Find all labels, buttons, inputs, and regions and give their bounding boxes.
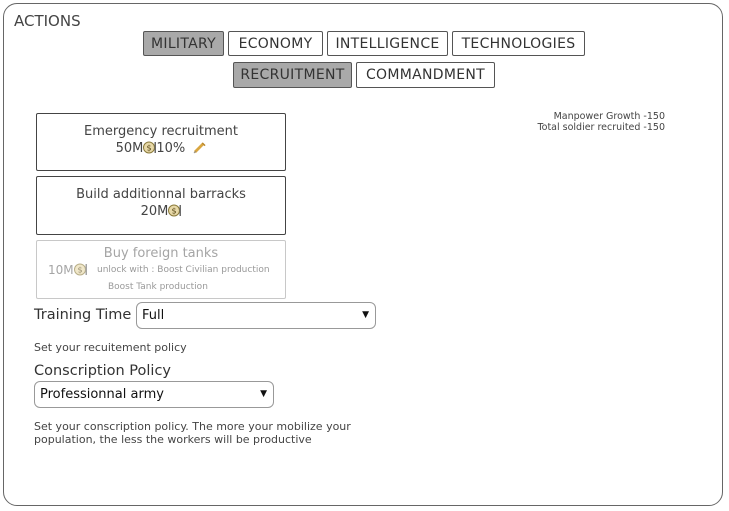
syringe-icon [194, 142, 206, 154]
action-cost: 50M [115, 141, 144, 156]
action-cost-row: 50M $10% [37, 141, 285, 156]
action-emergency-recruitment[interactable]: Emergency recruitment 50M $10% [36, 113, 286, 171]
action-extra: 10% [156, 141, 186, 156]
manpower-growth: Manpower Growth -150 [553, 111, 665, 122]
unlock-requirement: unlock with : Boost Civilian production [97, 265, 270, 275]
conscription-policy-select[interactable]: Professionnal army ▼ [34, 381, 274, 408]
money-icon: $ [168, 204, 182, 217]
svg-text:$: $ [147, 144, 152, 153]
tab-technologies[interactable]: TECHNOLOGIES [452, 31, 585, 56]
money-icon: $ [143, 141, 157, 154]
recruitment-stats: Manpower Growth -150 Total soldier recru… [537, 111, 665, 133]
conscription-policy-value: Professionnal army [40, 387, 164, 402]
training-time-label: Training Time [34, 307, 132, 323]
action-cost-row: 10M $ [48, 263, 87, 277]
action-title: Buy foreign tanks [103, 246, 219, 261]
tab-economy[interactable]: ECONOMY [228, 31, 323, 56]
tab-commandment[interactable]: COMMANDMENT [356, 62, 495, 88]
svg-text:$: $ [172, 207, 177, 216]
action-title: Emergency recruitment [84, 124, 238, 139]
action-title: Build additionnal barracks [76, 187, 246, 202]
action-cost: 10M [48, 263, 74, 277]
training-time-select[interactable]: Full ▼ [136, 302, 376, 329]
conscription-help-line-2: population, the less the workers will be… [34, 433, 312, 446]
tab-intelligence[interactable]: INTELLIGENCE [327, 31, 448, 56]
tab-recruitment[interactable]: RECRUITMENT [233, 62, 352, 88]
panel-title: ACTIONS [14, 12, 81, 30]
chevron-down-icon: ▼ [260, 389, 267, 399]
tab-military[interactable]: MILITARY [143, 31, 224, 56]
action-cost-row: 20M $ [37, 204, 285, 219]
action-buy-foreign-tanks: Buy foreign tanks 10M $ unlock with : Boo… [36, 240, 286, 299]
svg-text:$: $ [77, 266, 82, 275]
conscription-help-line-1: Set your conscription policy. The more y… [34, 420, 351, 433]
action-cost: 20M [140, 204, 169, 219]
training-time-value: Full [142, 308, 165, 323]
total-soldier-recruited: Total soldier recruited -150 [537, 122, 665, 133]
money-icon: $ [73, 263, 87, 276]
action-build-barracks[interactable]: Build additionnal barracks 20M $ [36, 176, 286, 235]
training-time-help: Set your recuitement policy [34, 341, 187, 354]
conscription-policy-help: Set your conscription policy. The more y… [34, 420, 351, 446]
conscription-policy-label: Conscription Policy [34, 363, 171, 379]
chevron-down-icon: ▼ [362, 310, 369, 320]
unlock-requirement-2: Boost Tank production [108, 282, 208, 292]
